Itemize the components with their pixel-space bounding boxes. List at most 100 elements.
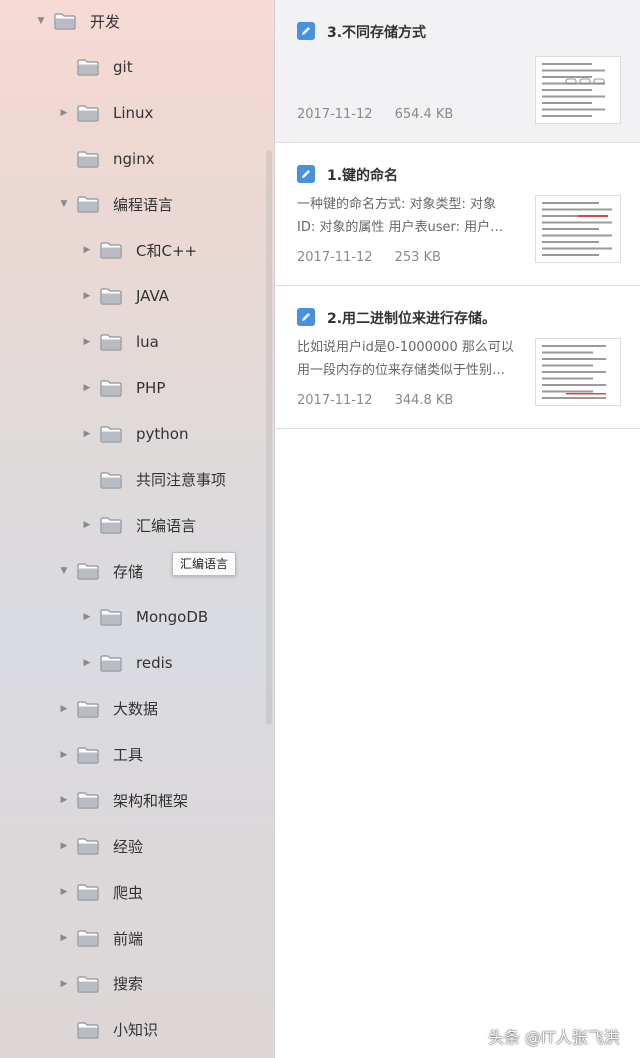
note-title: 1.键的命名 — [327, 168, 399, 184]
note-card-0[interactable]: 3.不同存储方式 2017-11-12 654.4 KB — [275, 0, 640, 143]
note-meta: 2017-11-12 253 KB — [297, 250, 441, 265]
collapsed-arrow-icon[interactable]: ▶ — [59, 841, 69, 851]
tree-item-2[interactable]: ▶ Linux — [0, 98, 274, 128]
tree-item-label: C和C++ — [136, 241, 198, 260]
collapsed-arrow-icon[interactable]: ▶ — [59, 108, 69, 118]
folder-icon — [100, 517, 122, 534]
tree-item-label: 大数据 — [113, 700, 159, 719]
folder-icon — [77, 746, 99, 764]
collapsed-arrow-icon[interactable]: ▶ — [82, 520, 92, 530]
tree-item-21[interactable]: ▶ 搜索 — [0, 969, 274, 999]
tree-item-3[interactable]: nginx — [0, 144, 274, 174]
collapsed-arrow-icon[interactable]: ▶ — [82, 245, 92, 255]
folder-icon — [77, 59, 99, 76]
note-card-1[interactable]: 1.键的命名 一种键的命名方式: 对象类型: 对象 ID: 对象的属性 用户表us… — [275, 143, 640, 286]
collapsed-arrow-icon[interactable]: ▶ — [59, 795, 69, 805]
note-meta: 2017-11-12 654.4 KB — [297, 107, 453, 122]
tree-item-label: 存储 — [113, 562, 144, 581]
tree-item-17[interactable]: ▶ 架构和框架 — [0, 785, 274, 815]
note-size: 344.8 KB — [394, 393, 454, 408]
tree-item-15[interactable]: ▶ 大数据 — [0, 694, 274, 724]
tree-item-label: redis — [136, 653, 173, 672]
note-snippet: 比如说用户id是0-1000000 那么可以 用一段内存的位来存储类似于性别… — [297, 336, 527, 382]
tree-item-13[interactable]: ▶ MongoDB — [0, 602, 274, 632]
tree-item-10[interactable]: 共同注意事项 — [0, 465, 274, 495]
collapsed-arrow-icon[interactable]: ▶ — [59, 750, 69, 760]
note-date: 2017-11-12 — [297, 107, 373, 122]
folder-icon — [54, 13, 76, 30]
folder-icon — [77, 563, 99, 580]
note-size: 253 KB — [394, 250, 441, 265]
folder-icon — [77, 150, 99, 168]
note-pencil-icon — [297, 308, 315, 326]
tree-item-label: Linux — [113, 103, 154, 122]
folder-icon — [100, 609, 122, 626]
expanded-arrow-icon[interactable]: ▼ — [59, 199, 69, 209]
tree-item-label: lua — [136, 332, 159, 351]
tree-item-16[interactable]: ▶ 工具 — [0, 740, 274, 770]
folder-icon — [77, 884, 99, 901]
tree-item-label: 汇编语言 — [136, 516, 197, 535]
note-title: 3.不同存储方式 — [327, 25, 427, 41]
note-title: 2.用二进制位来进行存储。 — [327, 311, 497, 327]
folder-icon — [77, 792, 99, 810]
tree-item-label: 编程语言 — [113, 195, 174, 214]
tree-item-label: JAVA — [136, 287, 170, 306]
collapsed-arrow-icon[interactable]: ▶ — [59, 933, 69, 943]
collapsed-arrow-icon[interactable]: ▶ — [82, 612, 92, 622]
folder-icon — [77, 105, 99, 122]
tree-item-4[interactable]: ▼ 编程语言 — [0, 189, 274, 219]
collapsed-arrow-icon[interactable]: ▶ — [82, 429, 92, 439]
tree-item-label: git — [113, 57, 133, 76]
collapsed-arrow-icon[interactable]: ▶ — [59, 704, 69, 714]
notebook-sidebar: ▼ 开发 git ▶ Linux nginx ▼ 编程语言 ▶ C和C++ ▶ … — [0, 0, 275, 1058]
collapsed-arrow-icon[interactable]: ▶ — [82, 383, 92, 393]
collapsed-arrow-icon[interactable]: ▶ — [82, 658, 92, 668]
folder-icon — [77, 838, 99, 855]
folder-icon — [100, 334, 122, 351]
note-card-2[interactable]: 2.用二进制位来进行存储。 比如说用户id是0-1000000 那么可以 用一段内… — [275, 286, 640, 429]
tree-item-1[interactable]: git — [0, 52, 274, 82]
collapsed-arrow-icon[interactable]: ▶ — [59, 887, 69, 897]
sidebar-scrollbar[interactable] — [266, 150, 272, 725]
collapsed-arrow-icon[interactable]: ▶ — [59, 979, 69, 989]
folder-icon — [100, 288, 122, 305]
note-size: 654.4 KB — [394, 107, 454, 122]
tree-item-18[interactable]: ▶ 经验 — [0, 831, 274, 861]
tree-item-label: 开发 — [90, 12, 121, 31]
tree-item-label: 工具 — [113, 746, 144, 765]
note-list: 3.不同存储方式 2017-11-12 654.4 KB 1.键的命名 一种键的命… — [275, 0, 640, 1058]
tree-item-5[interactable]: ▶ C和C++ — [0, 235, 274, 265]
note-meta: 2017-11-12 344.8 KB — [297, 393, 453, 408]
tree-item-14[interactable]: ▶ redis — [0, 648, 274, 678]
tree-item-6[interactable]: ▶ JAVA — [0, 281, 274, 311]
tree-item-label: 架构和框架 — [113, 791, 189, 810]
watermark: 头条 @IT人张飞洪 — [488, 1028, 620, 1047]
folder-icon — [77, 930, 99, 947]
note-date: 2017-11-12 — [297, 393, 373, 408]
tree-item-label: nginx — [113, 149, 155, 168]
collapsed-arrow-icon[interactable]: ▶ — [82, 337, 92, 347]
collapsed-arrow-icon[interactable]: ▶ — [82, 291, 92, 301]
note-snippet: 一种键的命名方式: 对象类型: 对象 ID: 对象的属性 用户表user: 用户… — [297, 193, 527, 239]
tree-item-22[interactable]: 小知识 — [0, 1015, 274, 1045]
tree-item-11[interactable]: ▶ 汇编语言 — [0, 510, 274, 540]
folder-icon — [77, 196, 99, 213]
note-pencil-icon — [297, 22, 315, 40]
note-snippet-line: 比如说用户id是0-1000000 那么可以 — [297, 340, 514, 355]
folder-icon — [100, 655, 122, 672]
note-thumbnail — [535, 338, 621, 406]
expanded-arrow-icon[interactable]: ▼ — [36, 16, 46, 26]
tree-item-9[interactable]: ▶ python — [0, 419, 274, 449]
note-snippet-line: ID: 对象的属性 用户表user: 用户… — [297, 220, 504, 235]
tree-item-label: 搜索 — [113, 975, 144, 994]
tree-item-20[interactable]: ▶ 前端 — [0, 923, 274, 953]
note-snippet-line: 用一段内存的位来存储类似于性别… — [297, 363, 506, 378]
tooltip: 汇编语言 — [172, 552, 237, 576]
tree-item-7[interactable]: ▶ lua — [0, 327, 274, 357]
tree-item-label: python — [136, 424, 189, 443]
tree-item-8[interactable]: ▶ PHP — [0, 373, 274, 403]
expanded-arrow-icon[interactable]: ▼ — [59, 566, 69, 576]
tree-item-0[interactable]: ▼ 开发 — [0, 6, 274, 36]
tree-item-19[interactable]: ▶ 爬虫 — [0, 877, 274, 907]
